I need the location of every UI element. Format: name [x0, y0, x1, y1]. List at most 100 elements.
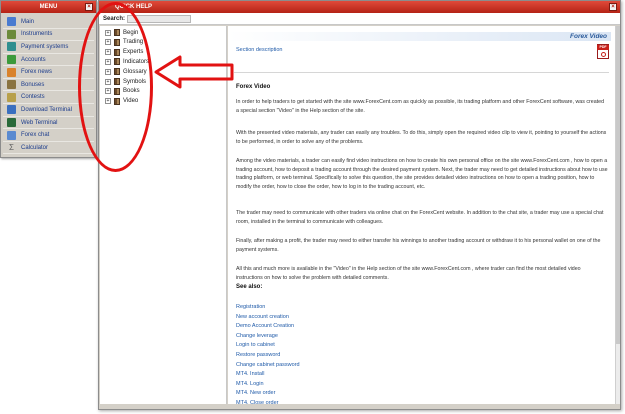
- book-icon: [114, 29, 120, 36]
- tree-item-label: Indicators: [123, 58, 150, 65]
- payment-icon: [7, 42, 16, 52]
- book-icon: [114, 58, 120, 66]
- related-link[interactable]: MT4. Close order: [236, 400, 279, 404]
- menu-item-download-terminal[interactable]: Download Terminal: [3, 104, 94, 117]
- menu-title: MENU: [39, 4, 58, 10]
- related-link[interactable]: New account creation: [236, 314, 289, 320]
- menu-item-web-terminal[interactable]: Web Terminal: [3, 117, 94, 130]
- related-link[interactable]: MT4. Login: [236, 381, 264, 387]
- article-title: Forex Video: [236, 84, 271, 90]
- contest-icon: [7, 92, 16, 102]
- book-icon: [114, 78, 120, 85]
- accounts-icon: [7, 55, 16, 65]
- tree-item-begin[interactable]: + Begin: [105, 28, 138, 37]
- menu-close-button[interactable]: ×: [85, 3, 93, 11]
- scrollbar-thumb[interactable]: [616, 26, 620, 344]
- expand-icon[interactable]: +: [105, 98, 111, 105]
- menu-item-label: Main: [21, 18, 35, 25]
- expand-icon[interactable]: +: [105, 39, 111, 46]
- see-also-heading: See also:: [236, 284, 263, 290]
- article-header: Forex Video: [228, 32, 611, 41]
- related-link[interactable]: Change cabinet password: [236, 362, 300, 368]
- divider: [234, 72, 609, 73]
- book-icon: [114, 97, 120, 105]
- menu-item-instruments[interactable]: Instruments: [3, 29, 94, 42]
- menu-item-calculator[interactable]: Σ Calculator: [3, 142, 94, 155]
- menu-titlebar[interactable]: MENU ×: [1, 1, 96, 13]
- menu-item-label: Instruments: [21, 31, 53, 38]
- search-label: Search:: [103, 15, 126, 22]
- expand-icon[interactable]: +: [105, 29, 111, 36]
- menu-item-label: Forex chat: [21, 132, 50, 139]
- book-icon: [114, 68, 120, 76]
- paragraph: Among the video materials, a trader can …: [236, 158, 608, 190]
- web-terminal-icon: [7, 118, 16, 127]
- menu-item-label: Payment systems: [21, 43, 69, 50]
- expand-icon[interactable]: +: [105, 68, 111, 75]
- chat-icon: [7, 130, 16, 140]
- quick-help-close-button[interactable]: ×: [609, 3, 617, 11]
- menu-item-label: Contests: [21, 94, 45, 101]
- related-link[interactable]: Demo Account Creation: [236, 323, 294, 329]
- tree-item-label: Trading: [123, 39, 144, 46]
- tree-item-label: Glossary: [123, 68, 147, 75]
- vertical-scrollbar[interactable]: [615, 26, 620, 404]
- tree-item-label: Symbols: [123, 78, 147, 85]
- screen: MENU × Main Instruments Payment systems Acc…: [0, 0, 625, 414]
- quick-help-titlebar[interactable]: QUICK HELP ×: [99, 1, 620, 13]
- paragraph: In order to help traders to get started …: [236, 99, 605, 114]
- quick-help-window: QUICK HELP × Search: + Begin + Trading + Expe…: [98, 0, 621, 410]
- expand-icon[interactable]: +: [105, 58, 111, 65]
- menu-item-payment-systems[interactable]: Payment systems: [3, 41, 94, 54]
- pdf-logo-mark: [601, 52, 606, 57]
- related-link[interactable]: MT4. New order: [236, 390, 275, 396]
- calculator-icon: Σ: [9, 143, 14, 153]
- tree-item-indicators[interactable]: + Indicators: [105, 57, 149, 66]
- related-link[interactable]: Restore password: [236, 352, 280, 358]
- menu-item-forex-news[interactable]: Forex news: [3, 66, 94, 79]
- download-icon: [7, 105, 16, 115]
- menu-item-main[interactable]: Main: [3, 16, 94, 29]
- section-description-link[interactable]: Section description: [236, 47, 282, 53]
- search-input[interactable]: [127, 14, 192, 23]
- menu-item-contests[interactable]: Contests: [3, 92, 94, 105]
- home-icon: [7, 17, 16, 27]
- paragraph: With the presented video materials, any …: [236, 130, 607, 145]
- topics-tree: + Begin + Trading + Experts + Indicators + Glossa…: [100, 26, 227, 404]
- tree-item-label: Video: [123, 98, 139, 105]
- related-link[interactable]: Registration: [236, 304, 265, 310]
- tree-item-glossary[interactable]: + Glossary: [105, 67, 147, 76]
- paragraph: All this and much more is available in t…: [236, 266, 581, 281]
- book-icon: [114, 48, 120, 56]
- article-pane: Forex Video PDF Section description Fore…: [228, 26, 615, 404]
- expand-icon[interactable]: +: [105, 88, 111, 95]
- related-link[interactable]: Change leverage: [236, 333, 278, 339]
- menu-window: MENU × Main Instruments Payment systems Acc…: [0, 0, 97, 158]
- menu-item-forex-chat[interactable]: Forex chat: [3, 129, 94, 142]
- tree-item-video[interactable]: + Video: [105, 97, 138, 106]
- menu-item-bonuses[interactable]: Bonuses: [3, 79, 94, 92]
- tree-item-label: Books: [123, 88, 140, 95]
- bonus-icon: [7, 80, 16, 90]
- expand-icon[interactable]: +: [105, 49, 111, 56]
- book-icon: [114, 38, 120, 46]
- tree-item-symbols[interactable]: + Symbols: [105, 77, 146, 86]
- menu-list: Main Instruments Payment systems Accounts Fo…: [1, 13, 96, 158]
- quick-help-title: QUICK HELP: [115, 4, 153, 10]
- pdf-label: PDF: [597, 45, 609, 50]
- search-bar: Search:: [99, 13, 620, 25]
- article-header-title: Forex Video: [570, 33, 607, 40]
- pdf-icon[interactable]: PDF: [597, 44, 609, 59]
- tree-item-trading[interactable]: + Trading: [105, 38, 143, 47]
- related-link[interactable]: MT4. Install: [236, 371, 264, 377]
- tree-item-books[interactable]: + Books: [105, 87, 140, 96]
- menu-item-label: Web Terminal: [21, 119, 58, 126]
- related-link[interactable]: Login to cabinet: [236, 342, 275, 348]
- paragraph: Finally, after making a profit, the trad…: [236, 238, 601, 253]
- menu-item-accounts[interactable]: Accounts: [3, 54, 94, 67]
- paragraph: The trader may need to communicate with …: [236, 210, 604, 225]
- instruments-icon: [7, 29, 16, 39]
- expand-icon[interactable]: +: [105, 78, 111, 85]
- tree-item-experts[interactable]: + Experts: [105, 48, 143, 57]
- news-icon: [7, 67, 16, 77]
